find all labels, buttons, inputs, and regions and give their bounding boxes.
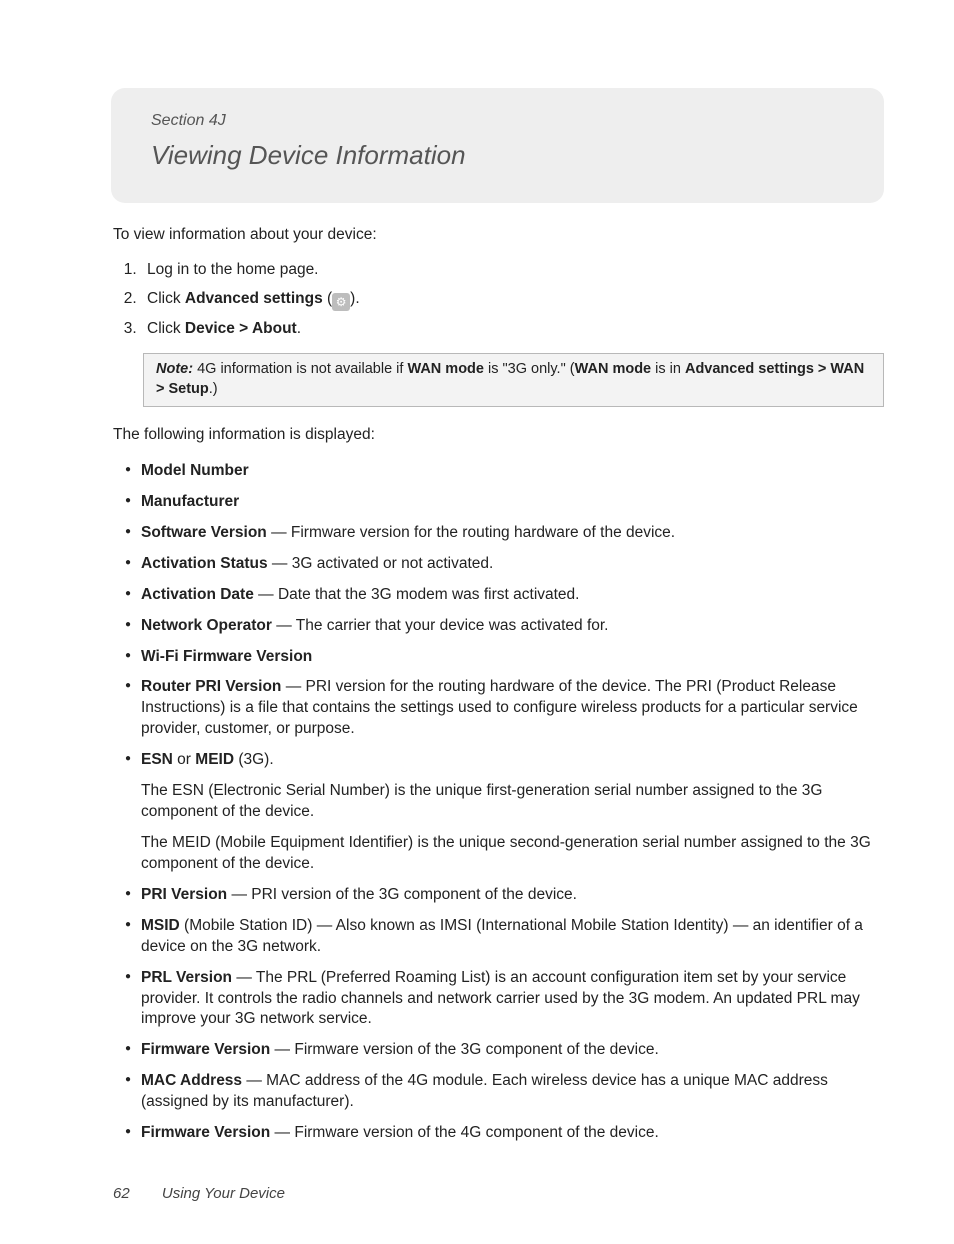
desc: — The carrier that your device was activ… [272,617,609,634]
intro-text: To view information about your device: [113,225,884,246]
item-software-version: Software Version — Firmware version for … [127,523,884,544]
step-1: Log in to the home page. [141,260,884,281]
meid-paragraph: The MEID (Mobile Equipment Identifier) i… [141,833,884,875]
desc: — Firmware version of the 3G component o… [270,1041,659,1058]
item-esn-meid: ESN or MEID (3G). The ESN (Electronic Se… [127,750,884,875]
label: Wi-Fi Firmware Version [141,648,312,665]
item-activation-date: Activation Date — Date that the 3G modem… [127,585,884,606]
label: Activation Date [141,586,254,603]
section-title: Viewing Device Information [151,138,844,173]
label-meid: MEID [195,751,234,768]
step-3: Click Device > About. [141,319,884,340]
section-label: Section 4J [151,110,844,132]
label: Network Operator [141,617,272,634]
desc: — Firmware version for the routing hardw… [267,524,675,541]
label: Firmware Version [141,1124,270,1141]
item-router-pri: Router PRI Version — PRI version for the… [127,677,884,740]
item-model-number: Model Number [127,461,884,482]
desc: — The PRL (Preferred Roaming List) is an… [141,969,860,1028]
step-2-prefix: Click [147,290,185,307]
step-3-suffix: . [297,320,301,337]
label: Model Number [141,462,249,479]
esn-paragraph: The ESN (Electronic Serial Number) is th… [141,781,884,823]
label: PRL Version [141,969,232,986]
step-3-prefix: Click [147,320,185,337]
item-network-operator: Network Operator — The carrier that your… [127,616,884,637]
step-3-bold: Device > About [185,320,297,337]
item-msid: MSID (Mobile Station ID) — Also known as… [127,916,884,958]
item-firmware-4g: Firmware Version — Firmware version of t… [127,1123,884,1144]
info-list: Model Number Manufacturer Software Versi… [113,461,884,1144]
item-pri-version: PRI Version — PRI version of the 3G comp… [127,885,884,906]
label: Activation Status [141,555,268,572]
note-box: Note: 4G information is not available if… [143,353,884,406]
label: PRI Version [141,886,227,903]
document-page: Section 4J Viewing Device Information To… [0,0,954,1244]
steps-list: Log in to the home page. Click Advanced … [113,260,884,340]
note-text-g: .) [209,381,218,397]
label: Firmware Version [141,1041,270,1058]
desc: — MAC address of the 4G module. Each wir… [141,1072,828,1110]
item-firmware-3g: Firmware Version — Firmware version of t… [127,1040,884,1061]
desc: (3G). [234,751,274,768]
step-2-bold: Advanced settings [185,290,323,307]
item-mac-address: MAC Address — MAC address of the 4G modu… [127,1071,884,1113]
list-intro: The following information is displayed: [113,425,884,446]
item-wifi-firmware: Wi-Fi Firmware Version [127,647,884,668]
step-2: Click Advanced settings (⚙). [141,289,884,311]
label: MAC Address [141,1072,242,1089]
desc: — PRI version of the 3G component of the… [227,886,577,903]
section-header: Section 4J Viewing Device Information [111,88,884,203]
label: Manufacturer [141,493,239,510]
label: MSID [141,917,180,934]
page-footer: 62 Using Your Device [113,1184,884,1204]
page-number: 62 [113,1185,130,1202]
footer-title: Using Your Device [162,1185,285,1202]
note-text-e: is in [651,361,685,377]
note-text-c: is "3G only." ( [484,361,575,377]
step-2-close: ). [350,290,359,307]
note-wan2: WAN mode [575,361,652,377]
gear-icon: ⚙ [332,293,350,311]
desc: — 3G activated or not activated. [268,555,494,572]
step-2-open: ( [323,290,332,307]
item-activation-status: Activation Status — 3G activated or not … [127,554,884,575]
label: Router PRI Version [141,678,281,695]
label: Software Version [141,524,267,541]
desc: — Date that the 3G modem was first activ… [254,586,580,603]
note-wan1: WAN mode [407,361,484,377]
note-text-a: 4G information is not available if [193,361,407,377]
desc: — Firmware version of the 4G component o… [270,1124,659,1141]
or: or [173,751,195,768]
item-prl-version: PRL Version — The PRL (Preferred Roaming… [127,968,884,1031]
label-esn: ESN [141,751,173,768]
item-manufacturer: Manufacturer [127,492,884,513]
desc: (Mobile Station ID) — Also known as IMSI… [141,917,863,955]
note-lead: Note: [156,361,193,377]
